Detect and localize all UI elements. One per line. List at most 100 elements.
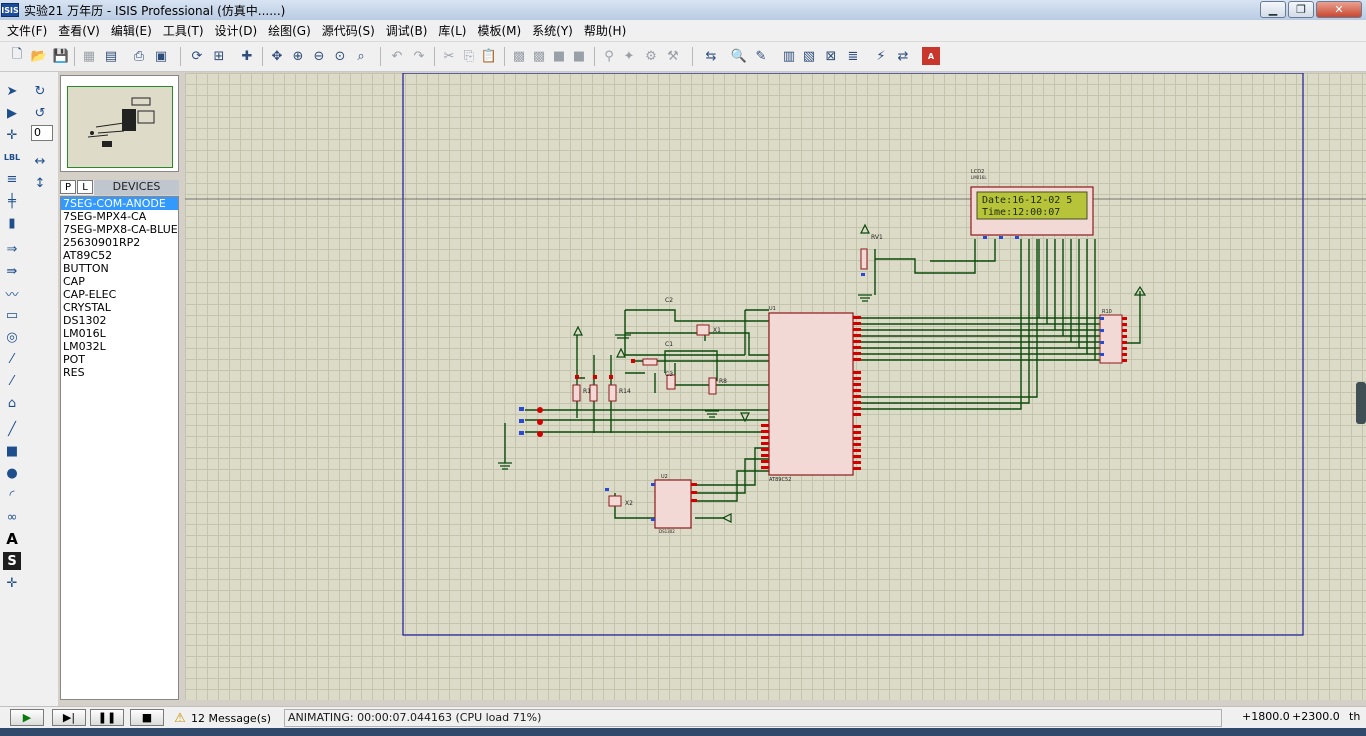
bom-icon[interactable]: ≣ (844, 47, 862, 65)
text-script-icon[interactable]: ≡ (3, 170, 21, 188)
zoom-out-icon[interactable]: ⊖ (310, 47, 328, 65)
packaging-icon[interactable]: ⚙ (642, 47, 660, 65)
rotate-anticlockwise-icon[interactable]: ↺ (31, 104, 49, 122)
schematic-canvas[interactable]: Date:16-12-02 5 Time:12:00:07 LCD2 LM016… (185, 73, 1366, 700)
menu-debug[interactable]: 调试(B) (382, 21, 435, 41)
paste-icon[interactable]: 📋 (480, 47, 498, 65)
block-copy-icon[interactable]: ▩ (510, 47, 528, 65)
graph-icon[interactable]: 〰 (3, 284, 21, 303)
rotation-angle-field[interactable]: 0 (31, 125, 53, 141)
tape-recorder-icon[interactable]: ▭ (3, 306, 21, 324)
device-item[interactable]: BUTTON (61, 262, 178, 275)
messages-indicator[interactable]: ⚠ 12 Message(s) (172, 709, 280, 727)
device-item[interactable]: AT89C52 (61, 249, 178, 262)
rotate-clockwise-icon[interactable]: ↻ (31, 82, 49, 100)
redo-icon[interactable]: ↷ (410, 47, 428, 65)
grid-icon[interactable]: ⊞ (210, 47, 228, 65)
device-item[interactable]: LM016L (61, 327, 178, 340)
pan-icon[interactable]: ✥ (268, 47, 286, 65)
block-delete-icon[interactable]: ■ (570, 47, 588, 65)
menu-library[interactable]: 库(L) (434, 21, 473, 41)
print-area-icon[interactable]: ▣ (152, 47, 170, 65)
maximize-button[interactable]: ❐ (1288, 1, 1314, 18)
device-item[interactable]: CAP (61, 275, 178, 288)
current-probe-icon[interactable]: ⁄ (3, 372, 21, 390)
step-button[interactable]: ▶| (52, 709, 86, 726)
mirror-horizontal-icon[interactable]: ↔ (31, 152, 49, 170)
redraw-icon[interactable]: ⟳ (188, 47, 206, 65)
device-item[interactable]: 25630901RP2 (61, 236, 178, 249)
device-item[interactable]: POT (61, 353, 178, 366)
minimize-button[interactable]: ▁ (1260, 1, 1286, 18)
wire-autoroute-icon[interactable]: ⇆ (702, 47, 720, 65)
ares-icon[interactable]: A (922, 47, 940, 65)
symbol-icon[interactable]: S (3, 552, 21, 570)
menu-view[interactable]: 查看(V) (54, 21, 107, 41)
selection-mode-icon[interactable]: ➤ (3, 82, 21, 100)
overview-window[interactable] (60, 75, 179, 172)
wire-label-icon[interactable]: LBL (3, 148, 21, 166)
arc-icon[interactable]: ◜ (3, 486, 21, 504)
box-icon[interactable]: ■ (3, 442, 21, 460)
erc-icon[interactable]: ⚡ (872, 47, 890, 65)
subcircuit-icon[interactable]: ▮ (3, 214, 21, 232)
block-move-icon[interactable]: ▩ (530, 47, 548, 65)
device-item[interactable]: DS1302 (61, 314, 178, 327)
new-sheet-icon[interactable]: ▥ (780, 47, 798, 65)
close-button[interactable]: ✕ (1316, 1, 1362, 18)
make-device-icon[interactable]: ✦ (620, 47, 638, 65)
pick-devices-button[interactable]: P (60, 180, 76, 194)
library-manager-button[interactable]: L (77, 180, 93, 194)
decompose-icon[interactable]: ⚒ (664, 47, 682, 65)
device-item[interactable]: 7SEG-COM-ANODE (61, 197, 178, 210)
device-item[interactable]: LM032L (61, 340, 178, 353)
print-icon[interactable]: ⎙ (130, 47, 148, 65)
device-item[interactable]: 7SEG-MPX8-CA-BLUE (61, 223, 178, 236)
mirror-vertical-icon[interactable]: ↕ (31, 174, 49, 192)
bus-icon[interactable]: ╪ (3, 192, 21, 210)
stop-button[interactable]: ■ (130, 709, 164, 726)
terminal-icon[interactable]: ⇒ (3, 240, 21, 258)
undo-icon[interactable]: ↶ (388, 47, 406, 65)
text-tool-icon[interactable]: A (3, 530, 21, 548)
device-item[interactable]: CAP-ELEC (61, 288, 178, 301)
netlist-icon[interactable]: ⇄ (894, 47, 912, 65)
open-folder-icon[interactable]: 📂 (30, 47, 48, 65)
menu-help[interactable]: 帮助(H) (580, 21, 633, 41)
vertical-scroll-thumb[interactable] (1356, 382, 1366, 424)
path-icon[interactable]: ∞ (3, 508, 21, 526)
origin-icon[interactable]: ✚ (238, 47, 256, 65)
pick-device-icon[interactable]: ⚲ (600, 47, 618, 65)
copy-icon[interactable]: ⎘ (460, 47, 478, 65)
exit-sheet-icon[interactable]: ⊠ (822, 47, 840, 65)
import-icon[interactable]: ▦ (80, 47, 98, 65)
menu-template[interactable]: 模板(M) (473, 21, 528, 41)
block-rotate-icon[interactable]: ■ (550, 47, 568, 65)
virtual-instrument-icon[interactable]: ⌂ (3, 394, 21, 412)
menu-system[interactable]: 系统(Y) (528, 21, 580, 41)
line-icon[interactable]: ╱ (3, 420, 21, 438)
menu-tools[interactable]: 工具(T) (159, 21, 211, 41)
export-icon[interactable]: ▤ (102, 47, 120, 65)
junction-dot-icon[interactable]: ✛ (3, 126, 21, 144)
device-pin-icon[interactable]: ⇛ (3, 262, 21, 280)
zoom-area-icon[interactable]: ⌕ (352, 47, 370, 65)
play-button[interactable]: ▶ (10, 709, 44, 726)
save-icon[interactable]: 💾 (52, 47, 70, 65)
menu-edit[interactable]: 编辑(E) (107, 21, 159, 41)
menu-file[interactable]: 文件(F) (3, 21, 54, 41)
circle-icon[interactable]: ● (3, 464, 21, 482)
device-item[interactable]: 7SEG-MPX4-CA (61, 210, 178, 223)
marker-icon[interactable]: ✛ (3, 574, 21, 592)
search-tag-icon[interactable]: 🔍 (730, 47, 748, 65)
property-tool-icon[interactable]: ✎ (752, 47, 770, 65)
menu-design[interactable]: 设计(D) (211, 21, 265, 41)
cut-icon[interactable]: ✂ (440, 47, 458, 65)
menu-graph[interactable]: 绘图(G) (264, 21, 318, 41)
device-item[interactable]: CRYSTAL (61, 301, 178, 314)
remove-sheet-icon[interactable]: ▧ (800, 47, 818, 65)
new-file-icon[interactable]: 🗋 (8, 47, 26, 65)
device-item[interactable]: RES (61, 366, 178, 379)
zoom-all-icon[interactable]: ⊙ (331, 47, 349, 65)
menu-source[interactable]: 源代码(S) (318, 21, 382, 41)
